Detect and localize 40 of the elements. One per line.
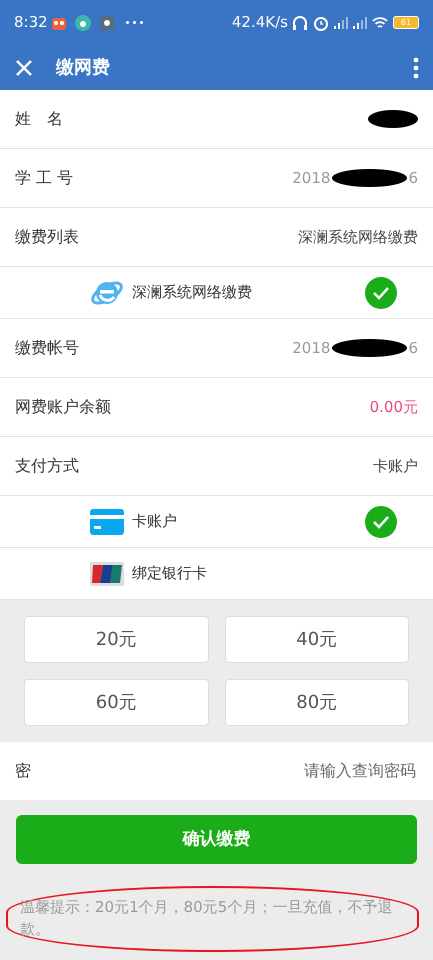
notification-icon bbox=[98, 14, 116, 32]
option-row[interactable]: 深澜系统网络缴费 bbox=[0, 267, 433, 319]
card-icon bbox=[90, 508, 124, 534]
option-label: 绑定银行卡 bbox=[132, 563, 207, 584]
field-value: 卡账户 bbox=[373, 456, 418, 477]
field-value: 2018 bbox=[292, 168, 330, 189]
field-label: 学 工 号 bbox=[15, 167, 74, 189]
field-label: 密 bbox=[15, 760, 31, 782]
tip-text: 温馨提示：20元1个月，80元5个月；一旦充值，不予退款。 bbox=[6, 886, 419, 952]
field-value: 6 bbox=[408, 338, 418, 359]
option-row[interactable]: 绑定银行卡 bbox=[0, 548, 433, 600]
field-label: 姓 名 bbox=[15, 108, 63, 130]
headset-icon bbox=[291, 14, 309, 32]
more-notifications-icon bbox=[126, 21, 143, 24]
field-label: 网费账户余额 bbox=[15, 396, 111, 418]
option-row[interactable]: 卡账户 bbox=[0, 496, 433, 548]
signal-icon bbox=[352, 14, 368, 30]
option-label: 卡账户 bbox=[132, 511, 177, 532]
notification-icon bbox=[74, 14, 92, 32]
network-speed: 42.4K/s bbox=[232, 12, 288, 34]
amount-button[interactable]: 60元 bbox=[24, 679, 208, 726]
field-value: 深澜系统网络缴费 bbox=[298, 226, 418, 248]
field-label: 缴费帐号 bbox=[15, 337, 79, 359]
field-label: 支付方式 bbox=[15, 455, 79, 477]
amount-button[interactable]: 20元 bbox=[24, 616, 208, 663]
option-label: 深澜系统网络缴费 bbox=[132, 282, 252, 304]
field-label: 缴费列表 bbox=[15, 226, 79, 248]
bank-card-icon bbox=[90, 562, 124, 586]
wifi-icon bbox=[371, 14, 389, 30]
close-icon[interactable] bbox=[14, 58, 34, 78]
signal-icon bbox=[333, 14, 349, 30]
page-title: 缴网费 bbox=[56, 56, 110, 80]
amount-button[interactable]: 40元 bbox=[224, 616, 409, 663]
battery-icon: 61 bbox=[393, 16, 419, 29]
status-time: 8:32 bbox=[14, 12, 48, 34]
field-value: 0.00元 bbox=[370, 396, 418, 418]
more-menu-icon[interactable] bbox=[413, 57, 419, 80]
field-value: 6 bbox=[408, 168, 418, 189]
field-value: 2018 bbox=[292, 338, 330, 359]
amount-button[interactable]: 80元 bbox=[224, 679, 409, 726]
